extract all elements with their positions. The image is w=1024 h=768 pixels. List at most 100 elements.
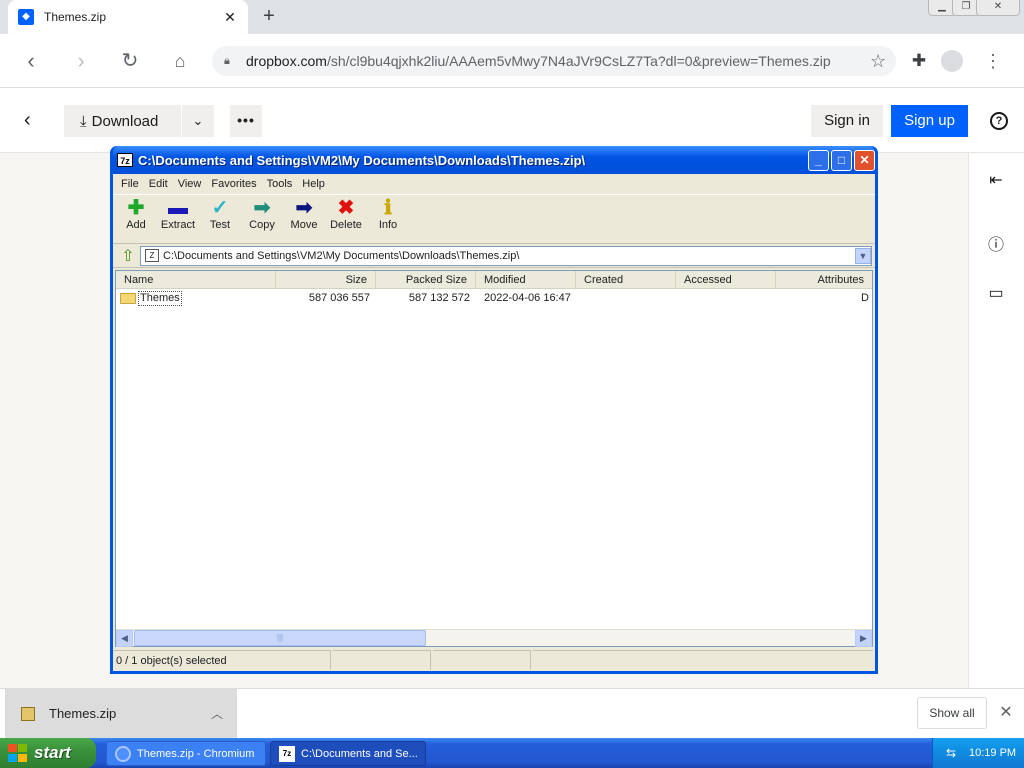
path-combobox[interactable]: Z C:\Documents and Settings\VM2\My Docum…: [140, 245, 872, 266]
test-icon: ✓: [211, 197, 229, 219]
test-button[interactable]: ✓ Test: [199, 195, 241, 243]
status-bar: 0 / 1 object(s) selected: [113, 649, 875, 671]
sevenzip-app-icon: 7z: [279, 745, 295, 762]
copy-button[interactable]: ➡ Copy: [241, 195, 283, 243]
move-icon: ➡: [295, 197, 313, 219]
download-options-chevron-icon[interactable]: ⌄: [182, 105, 214, 137]
column-packed-size[interactable]: Packed Size: [376, 270, 476, 289]
info-button[interactable]: ℹ Info: [367, 195, 409, 243]
status-pane-3: [433, 650, 531, 670]
menu-edit[interactable]: Edit: [144, 178, 173, 190]
comment-icon[interactable]: ▭: [986, 284, 1006, 304]
status-text: 0 / 1 object(s) selected: [113, 650, 331, 670]
sevenzip-minimize-button[interactable]: _: [808, 149, 829, 171]
extract-label: Extract: [160, 219, 196, 231]
up-folder-icon[interactable]: ⇧: [116, 246, 140, 266]
home-icon[interactable]: ⌂: [167, 48, 193, 74]
collapse-panel-icon[interactable]: ⇤: [986, 171, 1006, 191]
browser-tab[interactable]: ◆ Themes.zip ✕: [8, 0, 248, 34]
chevron-up-icon[interactable]: ︿: [197, 705, 237, 722]
cell-attributes: D: [861, 292, 869, 304]
more-options-button[interactable]: •••: [230, 105, 262, 137]
download-item[interactable]: Themes.zip ︿: [5, 689, 237, 738]
add-button[interactable]: ✚ Add: [115, 195, 157, 243]
menu-tools[interactable]: Tools: [262, 178, 298, 190]
copy-icon: ➡: [253, 197, 271, 219]
sevenzip-maximize-button[interactable]: □: [831, 149, 852, 171]
scroll-left-icon[interactable]: ◀: [116, 630, 133, 647]
sevenzip-titlebar[interactable]: 7z C:\Documents and Settings\VM2\My Docu…: [113, 146, 875, 174]
close-window-button[interactable]: ✕: [976, 0, 1020, 16]
scroll-right-icon[interactable]: ▶: [855, 630, 872, 647]
reload-icon[interactable]: ↻: [117, 48, 143, 74]
cell-accessed: [676, 290, 776, 307]
download-button[interactable]: ⤓ Download: [64, 105, 181, 137]
copy-label: Copy: [249, 219, 275, 231]
close-shelf-icon[interactable]: ✕: [996, 703, 1016, 723]
chrome-menu-icon[interactable]: ⋮: [980, 48, 1006, 74]
sevenzip-close-button[interactable]: ✕: [854, 149, 875, 171]
move-button[interactable]: ➡ Move: [283, 195, 325, 243]
start-label: start: [34, 743, 71, 762]
start-button[interactable]: start: [0, 738, 96, 768]
column-attributes[interactable]: Attributes: [776, 271, 872, 289]
sevenzip-window: 7z C:\Documents and Settings\VM2\My Docu…: [110, 146, 878, 674]
menu-help[interactable]: Help: [297, 178, 330, 190]
windows-logo-icon: [8, 744, 28, 762]
info-label: Info: [378, 219, 398, 231]
status-pane-2: [333, 650, 431, 670]
tab-close-icon[interactable]: ✕: [222, 9, 238, 26]
move-label: Move: [290, 219, 318, 231]
system-tray: ⇆ 10:19 PM: [932, 738, 1024, 768]
add-label: Add: [126, 219, 146, 231]
column-created[interactable]: Created: [576, 270, 676, 289]
info-icon[interactable]: ⓘ: [986, 236, 1006, 256]
delete-button[interactable]: ✖ Delete: [325, 195, 367, 243]
network-icon[interactable]: ⇆: [943, 745, 959, 761]
back-icon[interactable]: ‹: [18, 48, 44, 74]
taskbar-item-sevenzip[interactable]: 7z C:\Documents and Se...: [270, 741, 426, 766]
sevenzip-menubar: File Edit View Favorites Tools Help: [113, 174, 875, 194]
help-icon[interactable]: ?: [990, 112, 1008, 130]
column-name[interactable]: Name: [116, 270, 276, 289]
cell-size: 587 036 557: [308, 292, 370, 304]
forward-icon[interactable]: ›: [68, 48, 94, 74]
side-panel: [968, 153, 1024, 688]
add-icon: ✚: [127, 197, 145, 219]
show-all-button[interactable]: Show all: [917, 697, 987, 729]
horizontal-scrollbar[interactable]: ◀ ||| ▶: [116, 629, 872, 647]
menu-view[interactable]: View: [173, 178, 207, 190]
profile-avatar-icon[interactable]: [941, 50, 963, 72]
sevenzip-body: File Edit View Favorites Tools Help ✚ Add…: [113, 174, 875, 671]
column-size[interactable]: Size: [276, 270, 376, 289]
taskbar-item-chromium[interactable]: Themes.zip - Chromium: [106, 741, 266, 766]
dropbox-back-icon[interactable]: ‹: [24, 110, 31, 130]
table-row[interactable]: Themes 587 036 557 587 132 572 2022-04-0…: [116, 290, 872, 307]
sign-up-button[interactable]: Sign up: [891, 105, 968, 137]
chromium-icon: [115, 745, 131, 762]
extract-button[interactable]: ▬ Extract: [157, 195, 199, 243]
dropbox-favicon-icon: ◆: [18, 9, 34, 25]
menu-file[interactable]: File: [116, 178, 144, 190]
column-header: Name Size Packed Size Modified Created A…: [116, 270, 872, 289]
bookmark-star-icon[interactable]: ☆: [870, 51, 896, 72]
sign-in-button[interactable]: Sign in: [811, 105, 883, 137]
cell-packed-size: 587 132 572: [408, 292, 470, 304]
test-label: Test: [209, 219, 231, 231]
address-bar[interactable]: 🔒︎ dropbox.com/sh/cl9bu4qjxhk2liu/AAAem5…: [212, 46, 896, 76]
tab-title: Themes.zip: [44, 10, 107, 24]
new-tab-button[interactable]: +: [258, 6, 280, 28]
scrollbar-thumb[interactable]: |||: [134, 630, 426, 646]
extensions-icon[interactable]: ✚: [906, 48, 932, 74]
sevenzip-title: C:\Documents and Settings\VM2\My Documen…: [138, 152, 586, 168]
status-pane-4: [533, 650, 873, 670]
download-item-name: Themes.zip: [49, 706, 117, 721]
path-dropdown-chevron-icon[interactable]: ▼: [855, 247, 871, 264]
menu-favorites[interactable]: Favorites: [206, 178, 261, 190]
column-modified[interactable]: Modified: [476, 270, 576, 289]
cell-modified: 2022-04-06 16:47: [484, 292, 571, 304]
column-accessed[interactable]: Accessed: [676, 270, 776, 289]
path-text: C:\Documents and Settings\VM2\My Documen…: [163, 249, 520, 262]
sevenzip-address-bar: ⇧ Z C:\Documents and Settings\VM2\My Doc…: [113, 244, 875, 268]
clock: 10:19 PM: [969, 747, 1017, 759]
